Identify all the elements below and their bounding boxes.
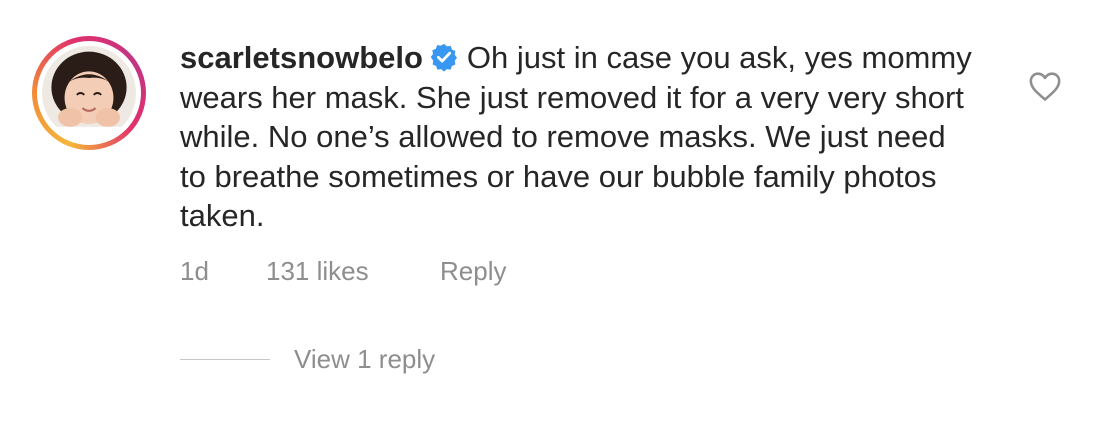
comment-likes[interactable]: 131 likes (266, 256, 440, 287)
view-replies-button[interactable]: View 1 reply (180, 344, 435, 375)
heart-outline-icon[interactable] (1028, 70, 1062, 102)
username-link[interactable]: scarletsnowbelo (180, 40, 423, 75)
comment-meta: 1d 131 likes Reply (180, 256, 506, 287)
replies-divider-line (180, 359, 270, 360)
comment-body: scarletsnowbelo Oh just in case you ask,… (180, 38, 980, 236)
reply-button[interactable]: Reply (440, 256, 506, 287)
comment-time[interactable]: 1d (180, 256, 266, 287)
story-ring[interactable] (32, 36, 146, 150)
avatar[interactable] (42, 46, 136, 140)
view-replies-label: View 1 reply (294, 344, 436, 374)
avatar-frame (37, 41, 141, 145)
comment: scarletsnowbelo Oh just in case you ask,… (0, 0, 1120, 427)
verified-badge-icon (430, 43, 457, 72)
